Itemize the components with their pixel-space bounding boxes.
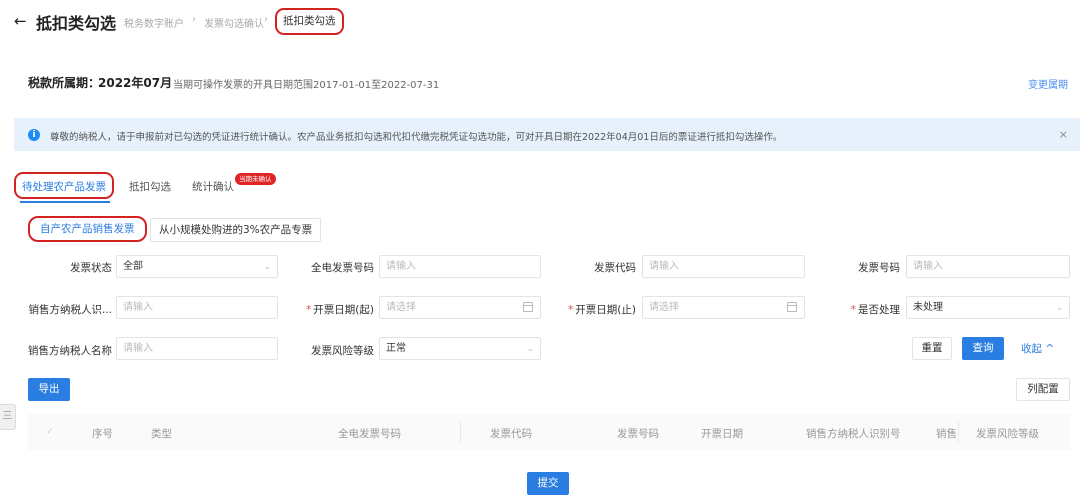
- required-mark: *: [306, 304, 312, 316]
- status-badge: 当期未确认: [235, 173, 276, 185]
- invoice-code-input[interactable]: 请输入: [642, 255, 805, 278]
- column-header-type: 类型: [151, 428, 172, 440]
- column-header-invoice-code: 发票代码: [490, 428, 532, 440]
- column-header-invoice-no: 发票号码: [617, 428, 659, 440]
- breadcrumb-item-tax-account[interactable]: 税务数字账户: [124, 15, 184, 30]
- required-mark: *: [850, 304, 856, 316]
- seller-tax-id-input[interactable]: 请输入: [116, 296, 278, 319]
- query-button[interactable]: 查询: [962, 337, 1004, 360]
- period-value: 2022年07月: [98, 76, 173, 90]
- invoice-no-input[interactable]: 请输入: [906, 255, 1070, 278]
- export-button[interactable]: 导出: [28, 378, 70, 401]
- processed-value: 未处理: [913, 302, 943, 313]
- back-arrow-icon[interactable]: ←: [14, 12, 27, 30]
- seller-name-input[interactable]: 请输入: [116, 337, 278, 360]
- seller-tax-id-label: 销售方纳税人识...: [28, 304, 112, 316]
- reset-button[interactable]: 重置: [912, 337, 952, 360]
- e-invoice-no-label: 全电发票号码: [311, 262, 374, 274]
- page-title: 抵扣类勾选: [36, 14, 117, 33]
- date-end-label: * 开票日期(止): [556, 302, 636, 317]
- column-header-risk-level: 发票风险等级: [976, 428, 1039, 440]
- subtab-self-produced-agri[interactable]: 自产农产品销售发票: [28, 216, 147, 242]
- calendar-icon: [523, 302, 533, 312]
- processed-label-text: 是否处理: [858, 304, 900, 316]
- period-label: 税款所属期：: [28, 76, 101, 90]
- risk-level-label: 发票风险等级: [311, 345, 374, 357]
- processed-label: * 是否处理: [830, 302, 900, 317]
- date-start-label: * 开票日期(起): [294, 302, 374, 317]
- chevron-down-icon: ⌄: [1056, 303, 1063, 312]
- calendar-icon: [787, 302, 797, 312]
- select-all-checkbox[interactable]: ✓: [46, 427, 56, 437]
- submit-button[interactable]: 提交: [527, 472, 569, 495]
- invoice-code-label: 发票代码: [594, 262, 636, 274]
- processed-select[interactable]: 未处理 ⌄: [906, 296, 1070, 319]
- column-config-button[interactable]: 列配置: [1016, 378, 1070, 401]
- column-header-seller: 销售: [936, 428, 957, 440]
- info-icon: i: [28, 129, 40, 141]
- period-description: 当期可操作发票的开具日期范围2017-01-01至2022-07-31: [173, 80, 440, 91]
- notice-text: 尊敬的纳税人，请于申报前对已勾选的凭证进行统计确认。农产品业务抵扣勾选和代扣代缴…: [50, 132, 783, 143]
- column-header-invoice-date: 开票日期: [701, 428, 743, 440]
- chevron-down-icon: ⌄: [527, 344, 534, 353]
- collapse-toggle[interactable]: 收起 ^: [1021, 341, 1054, 356]
- column-header-index: 序号: [92, 428, 113, 440]
- date-end-placeholder: 请选择: [649, 302, 679, 313]
- invoice-status-select[interactable]: 全部 ⌄: [116, 255, 278, 278]
- side-panel-handle[interactable]: 三: [0, 404, 16, 430]
- tab-deduction-select[interactable]: 抵扣勾选: [129, 179, 171, 194]
- date-start-picker[interactable]: 请选择: [379, 296, 541, 319]
- close-icon[interactable]: ×: [1059, 128, 1068, 141]
- date-start-label-text: 开票日期(起): [313, 304, 374, 316]
- risk-level-select[interactable]: 正常 ⌄: [379, 337, 541, 360]
- date-start-placeholder: 请选择: [386, 302, 416, 313]
- tab-statistics-confirm[interactable]: 统计确认: [192, 179, 234, 194]
- column-header-seller-tax-id: 销售方纳税人识别号: [806, 428, 901, 440]
- subtab-small-scale-3pct[interactable]: 从小规模处购进的3%农产品专票: [150, 218, 322, 242]
- invoice-status-label: 发票状态: [70, 262, 112, 274]
- breadcrumb-current: 抵扣类勾选: [275, 8, 344, 35]
- column-divider: [460, 422, 461, 442]
- date-end-label-text: 开票日期(止): [575, 304, 636, 316]
- change-period-link[interactable]: 变更属期: [1028, 76, 1068, 91]
- chevron-down-icon: ⌄: [264, 262, 271, 271]
- e-invoice-no-input[interactable]: 请输入: [379, 255, 541, 278]
- table-header: ✓ 序号 类型 全电发票号码 发票代码 发票号码 开票日期 销售方纳税人识别号 …: [28, 414, 1070, 450]
- tab-active-indicator: [20, 201, 110, 203]
- seller-name-label: 销售方纳税人名称: [28, 345, 112, 357]
- breadcrumb-item-invoice-confirm[interactable]: 发票勾选确认: [204, 15, 264, 30]
- invoice-no-label: 发票号码: [858, 262, 900, 274]
- column-header-e-invoice-no: 全电发票号码: [338, 428, 401, 440]
- date-end-picker[interactable]: 请选择: [642, 296, 805, 319]
- breadcrumb-separator: ›: [264, 14, 268, 25]
- column-divider: [958, 422, 959, 442]
- notice-bar: i 尊敬的纳税人，请于申报前对已勾选的凭证进行统计确认。农产品业务抵扣勾选和代扣…: [14, 118, 1080, 151]
- invoice-status-value: 全部: [123, 261, 143, 272]
- risk-level-value: 正常: [386, 343, 406, 354]
- tab-pending-agri-invoices[interactable]: 待处理农产品发票: [22, 179, 106, 194]
- breadcrumb-separator: ›: [192, 14, 196, 25]
- required-mark: *: [568, 304, 574, 316]
